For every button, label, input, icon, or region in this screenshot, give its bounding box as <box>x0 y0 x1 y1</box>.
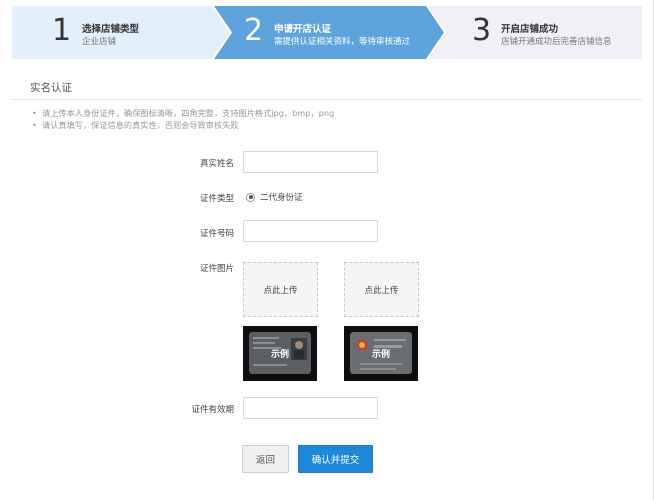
id-photo-label: 证件图片 <box>199 264 234 274</box>
real-name-label: 真实姓名 <box>199 159 234 169</box>
step-3-subtitle: 店铺开通成功后完善店铺信息 <box>501 37 612 47</box>
sample-id-front-image: 示例 <box>243 326 317 381</box>
step-1-title: 选择店铺类型 <box>82 24 140 35</box>
step-2-title: 申请开店认证 <box>274 24 332 35</box>
step-2-subtitle: 需提供认证相关资料，等待审核通过 <box>274 37 411 47</box>
progress-steps: 1 选择店铺类型 企业店铺 2 申请开店认证 需提供认证相关资料，等待审核通过 … <box>12 6 642 59</box>
step-3-title: 开启店铺成功 <box>501 24 559 35</box>
step-1-number: 1 <box>52 13 72 48</box>
valid-period-label: 证件有效期 <box>191 405 234 415</box>
id-number-input[interactable] <box>243 220 378 242</box>
id-type-label: 证件类型 <box>199 194 234 204</box>
valid-period-input[interactable] <box>243 397 378 419</box>
submit-button[interactable]: 确认并提交 <box>298 445 373 473</box>
step-3-number: 3 <box>472 13 492 48</box>
real-name-input[interactable] <box>243 151 378 173</box>
id-type-option-label: 二代身份证 <box>260 193 303 203</box>
instruction-notes: 请上传本人身份证件，确保图标清晰，四角完整，支持图片格式jpg，bmp，png … <box>32 107 334 131</box>
step-1-subtitle: 企业店铺 <box>82 37 117 47</box>
id-type-radio-option[interactable]: 二代身份证 <box>246 191 303 203</box>
note-item: 请认真填写，保证信息的真实性，否则会导致审核失败 <box>32 119 334 131</box>
sample-front-caption: 示例 <box>270 350 289 360</box>
sample-back-caption: 示例 <box>371 350 390 360</box>
section-title: 实名认证 <box>30 82 72 94</box>
sample-id-back-image: 示例 <box>344 326 418 381</box>
section-divider <box>12 99 642 100</box>
radio-selected-icon[interactable] <box>246 192 255 202</box>
id-number-label: 证件号码 <box>199 229 234 239</box>
upload-front-label: 点此上传 <box>263 285 298 296</box>
note-item: 请上传本人身份证件，确保图标清晰，四角完整，支持图片格式jpg，bmp，png <box>32 107 334 119</box>
upload-front-button[interactable]: 点此上传 <box>243 262 318 317</box>
back-button[interactable]: 返回 <box>242 445 289 473</box>
upload-back-button[interactable]: 点此上传 <box>344 262 419 317</box>
step-2-number: 2 <box>244 13 264 48</box>
upload-back-label: 点此上传 <box>364 285 399 296</box>
